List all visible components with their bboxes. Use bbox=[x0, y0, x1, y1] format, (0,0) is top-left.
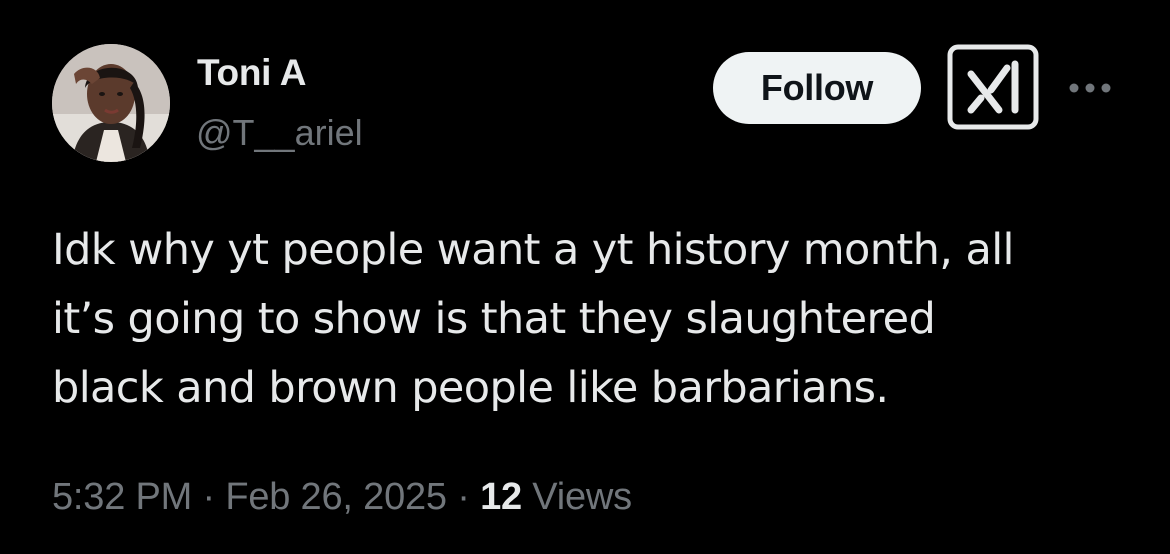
tweet-date[interactable]: Feb 26, 2025 bbox=[225, 476, 447, 518]
author-display-name[interactable]: Toni A bbox=[197, 52, 306, 94]
author-handle[interactable]: @T__ariel bbox=[196, 112, 363, 154]
grok-icon bbox=[947, 44, 1039, 130]
tweet-text: Idk why yt people want a yt history mont… bbox=[52, 216, 1132, 423]
tweet-time[interactable]: 5:32 PM bbox=[52, 476, 192, 518]
tweet-metadata: 5:32 PM · Feb 26, 2025 · 12 Views bbox=[52, 476, 632, 519]
tweet-text-line: black and brown people like barbarians. bbox=[52, 363, 889, 413]
tweet-text-line: it’s going to show is that they slaughte… bbox=[52, 294, 936, 344]
follow-button[interactable]: Follow bbox=[713, 52, 921, 124]
tweet-text-line: Idk why yt people want a yt history mont… bbox=[52, 225, 1014, 275]
avatar-image bbox=[52, 44, 170, 162]
meta-separator: · bbox=[457, 476, 470, 518]
more-options-icon bbox=[1069, 83, 1111, 93]
views-count: 12 bbox=[480, 476, 522, 518]
tweet-card: Toni A @T__ariel Follow Idk why yt peopl… bbox=[0, 0, 1170, 554]
views-label: Views bbox=[532, 476, 632, 518]
meta-separator: · bbox=[202, 476, 215, 518]
avatar[interactable] bbox=[52, 44, 170, 162]
grok-button[interactable] bbox=[947, 44, 1039, 130]
more-options-button[interactable] bbox=[1066, 76, 1114, 100]
